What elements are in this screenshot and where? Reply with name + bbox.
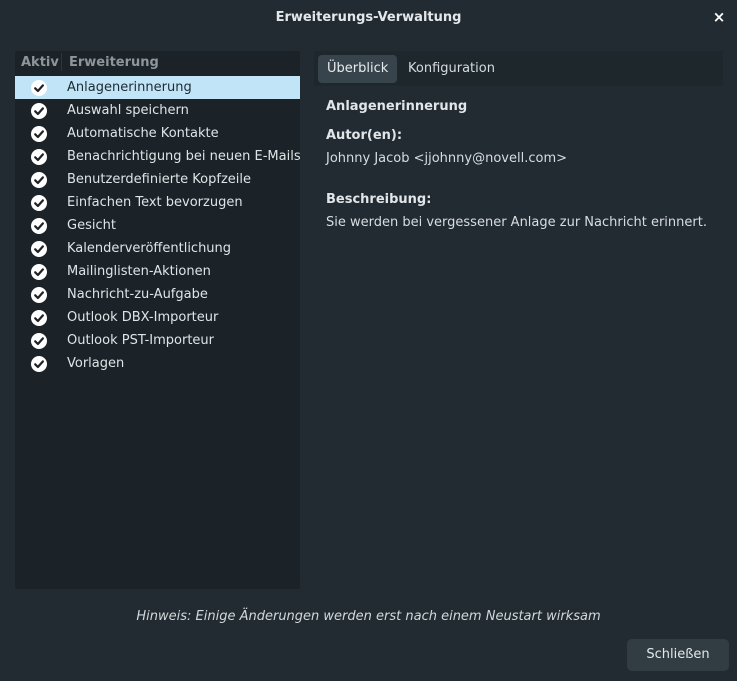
checkmark-circle-icon[interactable] — [31, 103, 47, 119]
extension-row[interactable]: Mailinglisten-Aktionen — [15, 260, 300, 283]
extension-row[interactable]: Benutzerdefinierte Kopfzeile — [15, 168, 300, 191]
checkmark-circle-icon[interactable] — [31, 126, 47, 142]
checkmark-circle-icon[interactable] — [31, 287, 47, 303]
extension-row[interactable]: Vorlagen — [15, 352, 300, 375]
tab-bar: Überblick Konfiguration — [314, 51, 723, 86]
extension-label: Benachrichtigung bei neuen E-Mails — [67, 149, 301, 164]
extension-label: Auswahl speichern — [67, 103, 189, 118]
extension-label: Outlook PST-Importeur — [67, 333, 215, 348]
extension-row[interactable]: Nachricht-zu-Aufgabe — [15, 283, 300, 306]
extension-label: Vorlagen — [67, 356, 125, 371]
checkmark-circle-icon[interactable] — [31, 80, 47, 96]
restart-hint: Hinweis: Einige Änderungen werden erst n… — [136, 609, 601, 624]
extension-label: Anlagenerinnerung — [67, 80, 192, 95]
extension-label: Mailinglisten-Aktionen — [67, 264, 211, 279]
authors-heading: Autor(en): — [326, 128, 403, 143]
extension-label: Gesicht — [67, 218, 116, 233]
checkmark-circle-icon[interactable] — [31, 356, 47, 372]
column-header-active[interactable]: Aktiv — [21, 55, 59, 70]
checkmark-circle-icon[interactable] — [31, 264, 47, 280]
column-header-extension[interactable]: Erweiterung — [69, 55, 159, 70]
window-title: Erweiterungs-Verwaltung — [275, 10, 462, 25]
extension-row[interactable]: Kalenderveröffentlichung — [15, 237, 300, 260]
extension-label: Outlook DBX-Importeur — [67, 310, 219, 325]
extension-label: Einfachen Text bevorzugen — [67, 195, 243, 210]
close-icon[interactable]: × — [711, 8, 727, 26]
tab-configuration[interactable]: Konfiguration — [399, 55, 504, 83]
extension-row[interactable]: Gesicht — [15, 214, 300, 237]
extension-row[interactable]: Einfachen Text bevorzugen — [15, 191, 300, 214]
extension-row[interactable]: Outlook DBX-Importeur — [15, 306, 300, 329]
extension-label: Automatische Kontakte — [67, 126, 219, 141]
column-separator — [61, 53, 62, 71]
description-value: Sie werden bei vergessener Anlage zur Na… — [326, 215, 707, 230]
extension-row[interactable]: Outlook PST-Importeur — [15, 329, 300, 352]
checkmark-circle-icon[interactable] — [31, 218, 47, 234]
extension-row[interactable]: Automatische Kontakte — [15, 122, 300, 145]
extension-label: Benutzerdefinierte Kopfzeile — [67, 172, 251, 187]
extension-row[interactable]: Benachrichtigung bei neuen E-Mails — [15, 145, 301, 168]
checkmark-circle-icon[interactable] — [31, 333, 47, 349]
extension-row[interactable]: Auswahl speichern — [15, 99, 300, 122]
close-button[interactable]: Schließen — [627, 639, 729, 671]
extension-list: Anlagenerinnerung Auswahl speichern Automa… — [15, 76, 301, 375]
checkmark-circle-icon[interactable] — [31, 172, 47, 188]
extension-label: Kalenderveröffentlichung — [67, 241, 232, 256]
title-bar: Erweiterungs-Verwaltung × — [0, 0, 737, 36]
extension-list-panel: Aktiv Erweiterung Anlagenerinnerung Auswa… — [15, 51, 301, 589]
extension-row[interactable]: Anlagenerinnerung — [15, 76, 300, 99]
checkmark-circle-icon[interactable] — [31, 241, 47, 257]
extension-name: Anlagenerinnerung — [326, 99, 468, 114]
checkmark-circle-icon[interactable] — [31, 149, 47, 165]
checkmark-circle-icon[interactable] — [31, 310, 47, 326]
checkmark-circle-icon[interactable] — [31, 195, 47, 211]
description-heading: Beschreibung: — [326, 192, 432, 207]
authors-value: Johnny Jacob <jjohnny@novell.com> — [326, 151, 567, 166]
extension-label: Nachricht-zu-Aufgabe — [67, 287, 208, 302]
list-header: Aktiv Erweiterung — [15, 51, 300, 75]
tab-overview[interactable]: Überblick — [318, 55, 398, 83]
